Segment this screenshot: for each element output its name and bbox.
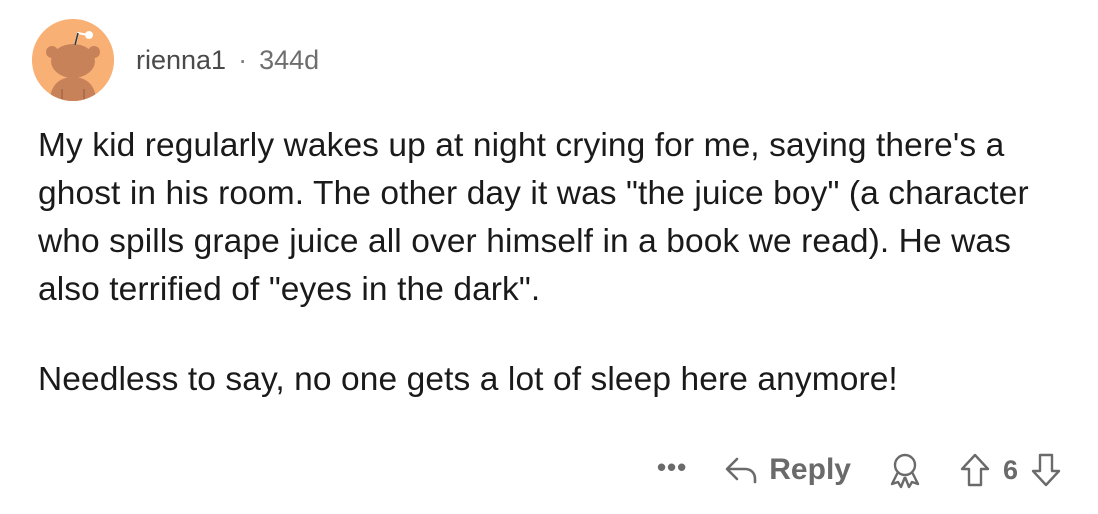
comment-body: My kid regularly wakes up at night cryin… (38, 122, 1078, 404)
username[interactable]: rienna1 (136, 45, 226, 76)
upvote-arrow-icon[interactable] (959, 452, 991, 488)
vote-controls: 6 (959, 452, 1062, 488)
vote-score: 6 (1002, 454, 1018, 485)
user-avatar[interactable] (32, 19, 114, 101)
comment-age: 344d (259, 44, 320, 75)
comment-paragraph: My kid regularly wakes up at night cryin… (38, 127, 1029, 308)
comment-header: rienna1 · 344d (32, 18, 319, 102)
reply-label: Reply (769, 453, 851, 486)
award-button[interactable] (885, 450, 925, 490)
reply-arrow-icon (725, 457, 757, 484)
snoo-avatar-icon (32, 19, 114, 101)
comment-paragraph: Needless to say, no one gets a lot of sl… (38, 361, 898, 398)
comment-meta: rienna1 · 344d (136, 45, 319, 76)
meta-separator: · (238, 44, 248, 75)
reply-button[interactable]: Reply (723, 453, 851, 487)
downvote-arrow-icon[interactable] (1030, 452, 1062, 488)
comment-actions: ••• Reply 6 (657, 442, 1062, 498)
more-options-button[interactable]: ••• (657, 454, 687, 486)
award-icon (890, 453, 920, 489)
